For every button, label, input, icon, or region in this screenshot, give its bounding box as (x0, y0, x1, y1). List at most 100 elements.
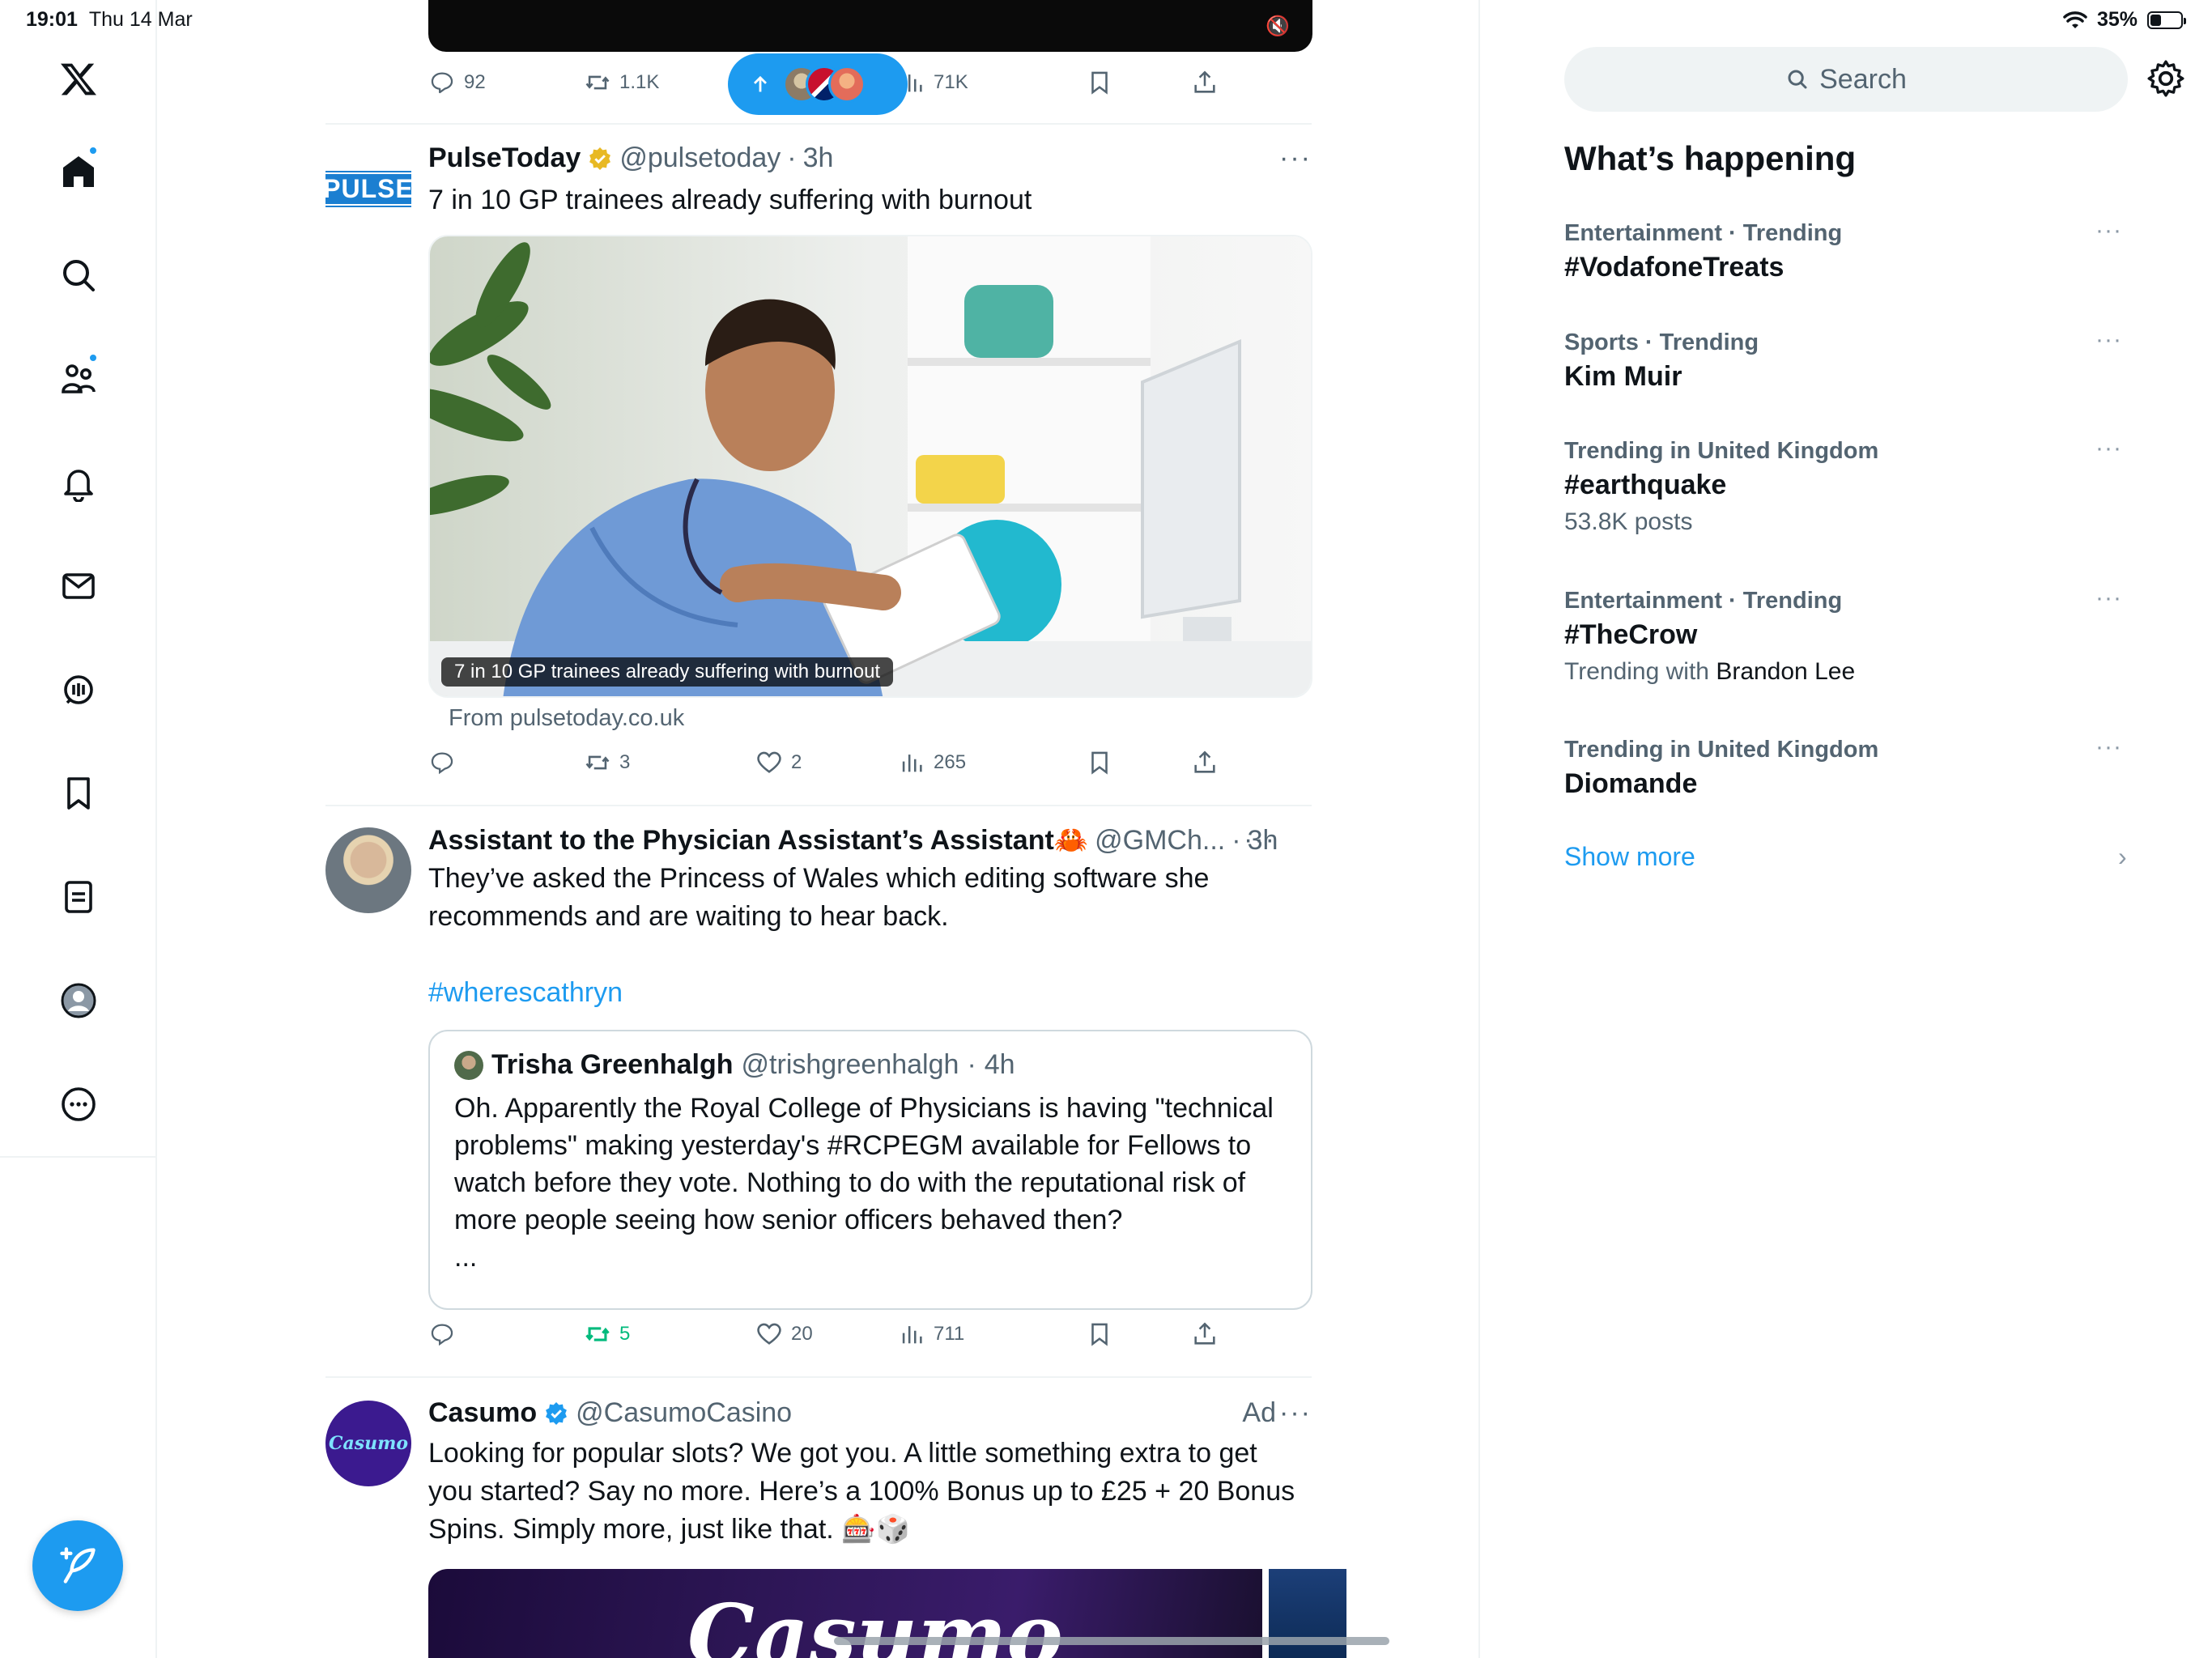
repost-icon (585, 1327, 610, 1341)
bookmark-button[interactable] (1086, 63, 1113, 102)
views-chart-icon (902, 755, 922, 772)
link-source[interactable]: From pulsetoday.co.uk (449, 705, 684, 732)
trend-item[interactable]: Trending in United Kingdom Diomande (1564, 735, 2131, 803)
whats-happening-title: What’s happening (1564, 139, 1857, 177)
quote-time: 4h (984, 1049, 1015, 1080)
bookmark-button[interactable] (1086, 743, 1113, 782)
divider (325, 805, 1312, 806)
spaces-microphone-icon[interactable] (53, 664, 104, 716)
tweet-more-icon[interactable]: ··· (1279, 142, 1312, 174)
pulsetoday-avatar[interactable]: PULSE (325, 160, 411, 217)
x-logo-icon[interactable] (53, 53, 104, 105)
like-button[interactable]: 20 (755, 1315, 813, 1354)
card-caption: 7 in 10 GP trainees already suffering wi… (441, 657, 894, 687)
search-input[interactable]: Search (1564, 47, 2128, 112)
trend-more-icon[interactable]: ··· (2095, 585, 2122, 612)
tweet-text: They’ve asked the Princess of Wales whic… (428, 860, 1312, 1012)
trend-item[interactable]: Entertainment · Trending #VodafoneTreats (1564, 219, 2131, 287)
notifications-bell-icon[interactable] (53, 457, 104, 508)
bookmark-icon (1091, 751, 1108, 775)
new-post-avatar (828, 66, 866, 103)
author-handle[interactable]: @CasumoCasino (576, 1397, 792, 1429)
trend-more-icon[interactable]: ··· (2095, 733, 2122, 761)
author-name[interactable]: Assistant to the Physician Assistant’s A… (428, 825, 1054, 857)
quoted-tweet[interactable]: Trisha Greenhalgh @trishgreenhalgh · 4h … (428, 1030, 1312, 1310)
chevron-right-icon: › (2118, 842, 2127, 871)
tweet-header: Casumo @CasumoCasino (428, 1397, 792, 1429)
divider (325, 1376, 1312, 1378)
link-card-image[interactable]: 7 in 10 GP trainees already suffering wi… (428, 235, 1312, 698)
reply-button[interactable] (428, 743, 464, 782)
bookmark-icon (1091, 71, 1108, 95)
compose-post-button[interactable] (32, 1520, 123, 1611)
share-button[interactable] (1191, 1315, 1219, 1354)
lists-icon[interactable] (53, 871, 104, 923)
home-icon[interactable] (53, 146, 104, 198)
search-icon (1788, 70, 1807, 89)
views-button[interactable]: 71K (898, 63, 968, 102)
communities-notification-dot (88, 353, 98, 363)
settings-gear-icon[interactable] (2146, 58, 2186, 99)
messages-envelope-icon[interactable] (53, 560, 104, 612)
reply-button[interactable]: 92 (428, 63, 486, 102)
share-button[interactable] (1191, 63, 1219, 102)
repost-button[interactable]: 5 (584, 1315, 630, 1354)
tweet-more-icon[interactable]: ··· (1244, 824, 1276, 856)
verified-gold-badge-icon (589, 147, 611, 170)
trend-item[interactable]: Sports · Trending Kim Muir (1564, 328, 2131, 396)
video-player[interactable]: 🔇 (428, 0, 1312, 52)
share-icon (1194, 1322, 1215, 1345)
author-name[interactable]: PulseToday (428, 142, 581, 174)
quote-author-avatar[interactable] (454, 1050, 483, 1080)
repost-button[interactable]: 1.1K (584, 63, 659, 102)
search-icon[interactable] (53, 249, 104, 301)
mute-icon[interactable]: 🔇 (1266, 15, 1290, 38)
author-name[interactable]: Casumo (428, 1397, 537, 1429)
trend-more-icon[interactable]: ··· (2095, 435, 2122, 462)
search-placeholder: Search (1819, 63, 1907, 95)
repost-icon (585, 75, 610, 90)
show-more-link[interactable]: Show more (1564, 842, 1695, 872)
gmch-avatar[interactable] (325, 827, 411, 913)
like-button[interactable]: 2 (755, 743, 802, 782)
bookmarks-icon[interactable] (53, 767, 104, 819)
quote-author-handle[interactable]: @trishgreenhalgh (742, 1049, 959, 1081)
author-handle[interactable]: @GMCh... (1095, 825, 1225, 857)
tweet-header: PulseToday @pulsetoday · 3h (428, 142, 834, 174)
repost-button[interactable]: 3 (584, 743, 630, 782)
views-chart-icon (902, 1326, 922, 1344)
trend-more-icon[interactable]: ··· (2095, 217, 2122, 244)
crab-emoji: 🦀 (1053, 825, 1089, 856)
tweet-time[interactable]: 3h (803, 142, 834, 174)
tweet-actions: 3 2 265 (428, 743, 1312, 782)
hashtag-link[interactable]: #wherescathryn (428, 974, 1312, 1012)
views-button[interactable]: 265 (898, 743, 966, 782)
reply-button[interactable] (428, 1315, 464, 1354)
heart-icon (757, 1323, 781, 1345)
carousel-scroll-indicator (834, 1637, 1389, 1645)
trend-more-icon[interactable]: ··· (2095, 326, 2122, 354)
right-sidebar: Search What’s happening Entertainment · … (1478, 0, 2212, 1658)
divider (325, 123, 1312, 125)
casumo-avatar[interactable]: Casumo (325, 1401, 411, 1486)
profile-avatar-icon[interactable] (53, 975, 104, 1027)
trend-item[interactable]: Trending in United Kingdom #earthquake 5… (1564, 436, 2131, 540)
trend-item[interactable]: Entertainment · Trending #TheCrow Trendi… (1564, 586, 2131, 690)
new-posts-pill[interactable] (728, 53, 908, 115)
bookmark-button[interactable] (1086, 1315, 1113, 1354)
ad-label: Ad (1242, 1397, 1276, 1428)
bookmark-icon (1091, 1323, 1108, 1346)
author-handle[interactable]: @pulsetoday (619, 142, 781, 174)
quote-header: Trisha Greenhalgh @trishgreenhalgh · 4h (454, 1049, 1015, 1081)
views-button[interactable]: 711 (898, 1315, 964, 1354)
communities-icon[interactable] (53, 353, 104, 405)
tweet-text: Looking for popular slots? We got you. A… (428, 1438, 1295, 1545)
quote-author-name[interactable]: Trisha Greenhalgh (491, 1049, 734, 1081)
arrow-up-icon (754, 75, 767, 92)
tweet-more-icon[interactable]: ··· (1279, 1397, 1312, 1429)
share-icon (1194, 70, 1215, 93)
more-circle-icon[interactable] (53, 1078, 104, 1130)
heart-icon (757, 751, 781, 773)
share-button[interactable] (1191, 743, 1219, 782)
timeline-feed[interactable]: 🔇 92 1.1K 71K PULSE PulseToday @pulsetod… (325, 0, 1389, 1658)
